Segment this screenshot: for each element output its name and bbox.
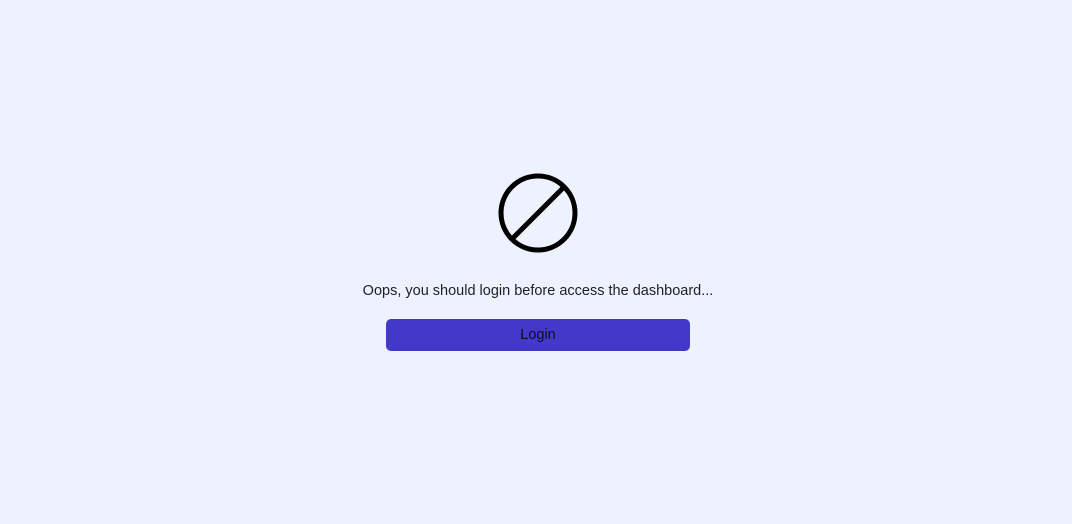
access-denied-page: Oops, you should login before access the…: [0, 0, 1072, 524]
login-required-message: Oops, you should login before access the…: [362, 283, 714, 299]
block-icon: [497, 172, 579, 254]
login-button[interactable]: Login: [386, 319, 690, 351]
